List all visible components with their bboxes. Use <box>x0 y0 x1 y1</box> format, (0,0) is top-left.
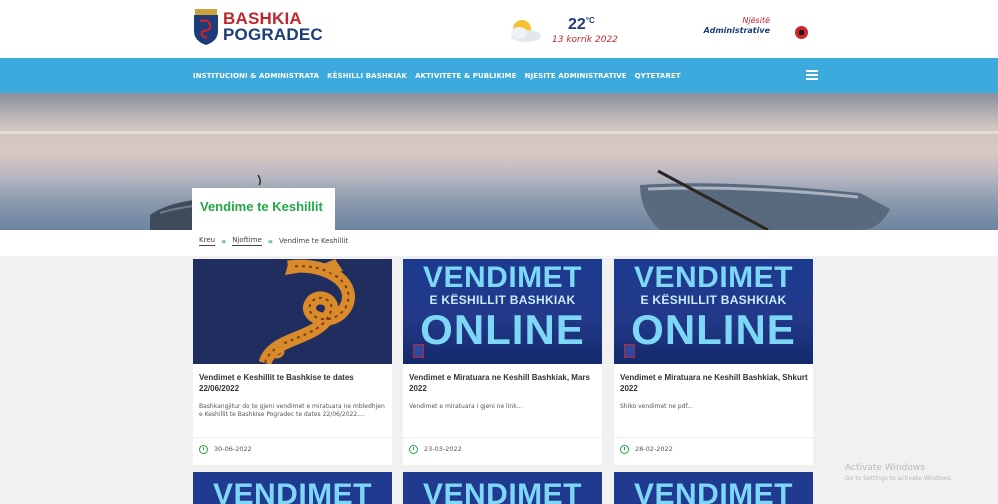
coat-of-arms-icon <box>413 344 424 358</box>
news-card-image[interactable]: VENDIMET <box>403 472 602 504</box>
nav-item-institucioni[interactable]: INSTITUCIONI & ADMINISTRATA <box>193 72 319 80</box>
clock-icon <box>199 445 208 454</box>
weather-date: 13 korrik 2022 <box>552 35 618 45</box>
units-label-line2: Administrative <box>703 26 770 35</box>
card-title-link[interactable]: Vendimet e Keshillit te Bashkise te date… <box>199 373 387 394</box>
news-card[interactable]: Vendimet e Keshillit te Bashkise te date… <box>193 259 392 465</box>
poster-online-text: ONLINE <box>631 306 796 353</box>
card-date: 30-06-2022 <box>214 445 252 453</box>
site-logo[interactable]: BASHKIA POGRADEC <box>193 9 323 45</box>
coat-of-arms-icon <box>194 9 218 45</box>
site-header: BASHKIA POGRADEC 22°C 13 korrik 2022 Një… <box>0 0 998 58</box>
nav-item-keshilli[interactable]: KËSHILLI BASHKIAK <box>327 72 407 80</box>
page-title-box: Vendime te Keshillit <box>192 188 335 230</box>
clock-icon <box>409 445 418 454</box>
page-title: Vendime te Keshillit <box>200 199 323 214</box>
news-card[interactable]: VENDIMET E KËSHILLIT BASHKIAK ONLINE Ven… <box>403 259 602 465</box>
poster-heading: VENDIMET <box>212 478 372 504</box>
card-date: 23-03-2022 <box>424 445 462 453</box>
coat-of-arms-icon <box>624 344 635 358</box>
card-footer: 30-06-2022 <box>193 437 392 461</box>
albania-flag-icon[interactable] <box>795 26 808 39</box>
poster-heading: VENDIMET <box>633 478 793 504</box>
partly-sunny-icon <box>511 19 541 42</box>
weather-widget: 22°C 13 korrik 2022 <box>506 14 618 45</box>
logo-text-line2: POGRADEC <box>223 25 323 44</box>
breadcrumb: Kreu » Njoftime » Vendime te Keshillit <box>199 236 348 246</box>
main-navigation: INSTITUCIONI & ADMINISTRATA KËSHILLI BAS… <box>0 58 998 93</box>
card-footer: 28-02-2022 <box>614 437 813 461</box>
poster-online-text: ONLINE <box>420 306 585 353</box>
card-title-link[interactable]: Vendimet e Miratuara ne Keshill Bashkiak… <box>620 373 808 394</box>
card-footer: 23-03-2022 <box>403 437 602 461</box>
poster-subheading: E KËSHILLIT BASHKIAK <box>429 293 576 307</box>
poster-heading: VENDIMET <box>633 261 793 294</box>
breadcrumb-separator-icon: » <box>221 236 227 246</box>
poster-heading: VENDIMET <box>422 478 582 504</box>
hamburger-menu-icon[interactable] <box>806 70 818 80</box>
card-title-link[interactable]: Vendimet e Miratuara ne Keshill Bashkiak… <box>409 373 597 394</box>
windows-activation-watermark: Activate Windows Go to Settings to activ… <box>845 463 952 482</box>
administrative-units-link[interactable]: Njësitë Administrative <box>700 16 770 36</box>
watermark-title: Activate Windows <box>845 463 925 473</box>
news-card-image[interactable]: VENDIMET <box>193 472 392 504</box>
dragon-emblem-image[interactable] <box>193 259 392 364</box>
nav-item-aktivitete[interactable]: AKTIVITETE & PUBLIKIME <box>415 72 517 80</box>
card-date: 28-02-2022 <box>635 445 673 453</box>
vendimet-online-image[interactable]: VENDIMET E KËSHILLIT BASHKIAK ONLINE <box>614 259 813 364</box>
clock-icon <box>620 445 629 454</box>
poster-subheading: E KËSHILLIT BASHKIAK <box>640 293 787 307</box>
breadcrumb-njoftime-link[interactable]: Njoftime <box>232 236 262 246</box>
news-card-image[interactable]: VENDIMET <box>614 472 813 504</box>
breadcrumb-current: Vendime te Keshillit <box>279 237 349 245</box>
breadcrumb-home-link[interactable]: Kreu <box>199 236 216 246</box>
breadcrumb-separator-icon: » <box>267 236 274 246</box>
nav-item-qytetaret[interactable]: QYTETARET <box>635 72 681 80</box>
poster-heading: VENDIMET <box>422 261 582 294</box>
news-card[interactable]: VENDIMET E KËSHILLIT BASHKIAK ONLINE Ven… <box>614 259 813 465</box>
watermark-subtitle: Go to Settings to activate Windows. <box>845 475 953 482</box>
hero-banner-image <box>0 93 998 230</box>
card-excerpt: Vendimet e miratuara i gjeni ne link... <box>409 403 523 410</box>
units-label-line1: Njësitë <box>742 16 770 25</box>
weather-temperature: 22°C <box>568 16 595 33</box>
vendimet-online-image[interactable]: VENDIMET E KËSHILLIT BASHKIAK ONLINE <box>403 259 602 364</box>
nav-item-njesite[interactable]: NJESITE ADMINISTRATIVE <box>525 72 627 80</box>
card-excerpt: Bashkangjitur do te gjeni vendimet e mir… <box>199 403 385 418</box>
card-excerpt: Shiko vendimet ne pdf... <box>620 403 693 410</box>
